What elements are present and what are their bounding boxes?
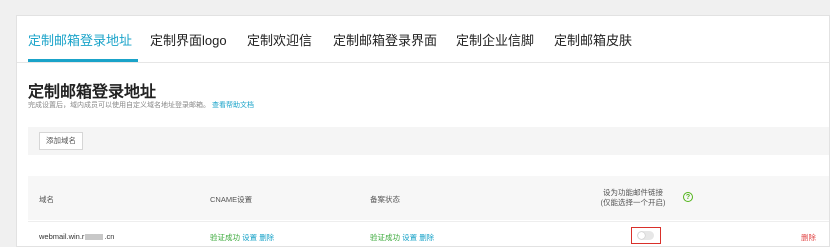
settings-card: 定制邮箱登录地址 定制界面logo 定制欢迎信 定制邮箱登录界面 定制企业信脚 … bbox=[16, 15, 830, 247]
highlight-box bbox=[631, 227, 661, 244]
header-cname: CNAME设置 bbox=[210, 195, 253, 204]
function-link-toggle[interactable] bbox=[637, 231, 654, 240]
redacted-mask bbox=[85, 234, 104, 241]
tab-login-page[interactable]: 定制邮箱登录界面 bbox=[333, 30, 437, 49]
record-delete-link[interactable]: 删除 bbox=[419, 233, 434, 242]
tab-bar: 定制邮箱登录地址 定制界面logo 定制欢迎信 定制邮箱登录界面 定制企业信脚 … bbox=[17, 16, 829, 63]
record-cell: 验证成功 设置 删除 bbox=[370, 232, 434, 243]
tab-footer[interactable]: 定制企业信脚 bbox=[456, 30, 534, 49]
header-function-link: 设为功能邮件链接 (仅能选择一个开启) bbox=[593, 188, 673, 208]
header-function-link-title: 设为功能邮件链接 bbox=[603, 188, 663, 197]
record-status: 验证成功 bbox=[370, 233, 400, 242]
record-settings-link[interactable]: 设置 bbox=[402, 233, 417, 242]
tab-mailbox-skin[interactable]: 定制邮箱皮肤 bbox=[554, 30, 632, 49]
domain-suffix: .cn bbox=[104, 232, 115, 241]
domain-cell: webmail.win.r .cn bbox=[39, 232, 114, 241]
domain-prefix: webmail.win.r bbox=[39, 232, 85, 241]
toolbar: 添加域名 bbox=[28, 127, 829, 155]
tab-login-address[interactable]: 定制邮箱登录地址 bbox=[28, 30, 132, 49]
page-title: 定制邮箱登录地址 bbox=[28, 84, 157, 101]
tab-interface-logo[interactable]: 定制界面logo bbox=[150, 30, 227, 49]
header-function-link-note: (仅能选择一个开启) bbox=[600, 198, 666, 207]
toggle-knob bbox=[638, 232, 645, 239]
active-tab-indicator bbox=[28, 59, 138, 62]
cname-delete-link[interactable]: 删除 bbox=[259, 233, 274, 242]
row-delete-link[interactable]: 删除 bbox=[801, 232, 816, 243]
cname-status: 验证成功 bbox=[210, 233, 240, 242]
help-doc-link[interactable]: 查看帮助文档 bbox=[212, 102, 254, 109]
page-description: 完成设置后，域内成员可以使用自定义域名地址登录邮箱。 查看帮助文档 bbox=[28, 100, 254, 110]
table-row: webmail.win.r .cn 验证成功 设置 删除 验证成功 设置 删除 删… bbox=[28, 221, 829, 246]
header-record: 备案状态 bbox=[370, 195, 400, 204]
tab-welcome-letter[interactable]: 定制欢迎信 bbox=[247, 30, 312, 49]
question-circle-icon[interactable]: ? bbox=[683, 192, 693, 202]
add-domain-button[interactable]: 添加域名 bbox=[39, 132, 83, 150]
description-text: 完成设置后，域内成员可以使用自定义域名地址登录邮箱。 bbox=[28, 102, 210, 109]
cname-cell: 验证成功 设置 删除 bbox=[210, 232, 274, 243]
table-header: 域名 CNAME设置 备案状态 设为功能邮件链接 (仅能选择一个开启) bbox=[28, 176, 829, 220]
cname-settings-link[interactable]: 设置 bbox=[242, 233, 257, 242]
header-domain: 域名 bbox=[39, 195, 54, 204]
